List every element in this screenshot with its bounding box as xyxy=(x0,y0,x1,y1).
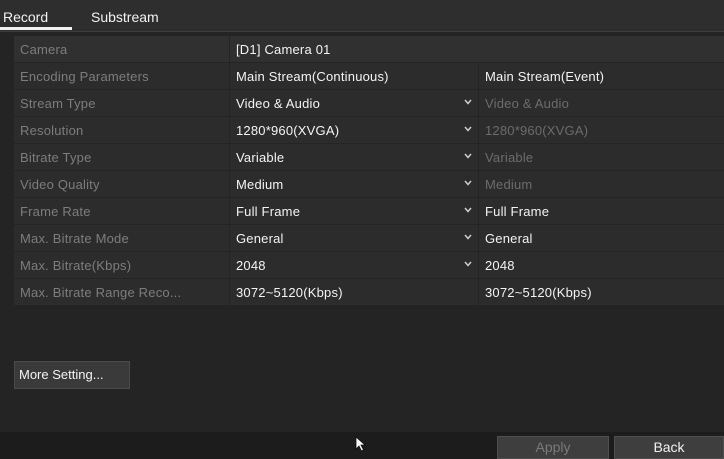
stream-type-label: Stream Type xyxy=(20,96,96,111)
max-bitrate-continuous-value: 2048 xyxy=(236,258,266,273)
tab-selected-indicator xyxy=(0,27,72,30)
camera-row: Camera [D1] Camera 01 xyxy=(14,36,724,62)
camera-select[interactable]: [D1] Camera 01 xyxy=(230,36,724,62)
max-bitrate-range-label: Max. Bitrate Range Reco... xyxy=(20,285,182,300)
more-setting-button[interactable]: More Setting... xyxy=(14,361,130,389)
stream-type-event-select: Video & Audio xyxy=(479,90,724,116)
max-bitrate-mode-label: Max. Bitrate Mode xyxy=(20,231,129,246)
tab-substream[interactable]: Substream xyxy=(91,9,159,25)
frame-rate-label-cell: Frame Rate xyxy=(14,198,229,224)
resolution-event-select: 1280*960(XVGA) xyxy=(479,117,724,143)
frame-rate-label: Frame Rate xyxy=(20,204,91,219)
main-stream-event-header: Main Stream(Event) xyxy=(485,69,605,84)
mouse-pointer-icon xyxy=(355,436,367,457)
bitrate-type-label-cell: Bitrate Type xyxy=(14,144,229,170)
max-bitrate-continuous-select[interactable]: 2048 xyxy=(230,252,478,278)
encoding-parameters-header-row: Encoding Parameters Main Stream(Continuo… xyxy=(14,63,724,89)
frame-rate-continuous-value: Full Frame xyxy=(236,204,301,219)
video-quality-label-cell: Video Quality xyxy=(14,171,229,197)
stream-type-event-value: Video & Audio xyxy=(485,96,570,111)
max-bitrate-event-select[interactable]: 2048 xyxy=(479,252,724,278)
max-bitrate-range-continuous-value: 3072~5120(Kbps) xyxy=(236,285,343,300)
bitrate-type-event-value: Variable xyxy=(485,150,534,165)
apply-button[interactable]: Apply xyxy=(497,436,609,459)
bitrate-type-event-select: Variable xyxy=(479,144,724,170)
max-bitrate-label-cell: Max. Bitrate(Kbps) xyxy=(14,252,229,278)
tab-bar: Record Substream xyxy=(0,0,724,32)
max-bitrate-mode-event-value: General xyxy=(485,231,533,246)
camera-value: [D1] Camera 01 xyxy=(236,42,331,57)
max-bitrate-mode-label-cell: Max. Bitrate Mode xyxy=(14,225,229,251)
frame-rate-event-select[interactable]: Full Frame xyxy=(479,198,724,224)
tab-record[interactable]: Record xyxy=(3,9,48,25)
stream-type-continuous-select[interactable]: Video & Audio xyxy=(230,90,478,116)
resolution-continuous-select[interactable]: 1280*960(XVGA) xyxy=(230,117,478,143)
resolution-label: Resolution xyxy=(20,123,84,138)
stream-type-label-cell: Stream Type xyxy=(14,90,229,116)
resolution-label-cell: Resolution xyxy=(14,117,229,143)
resolution-continuous-value: 1280*960(XVGA) xyxy=(236,123,340,138)
video-quality-event-value: Medium xyxy=(485,177,533,192)
video-quality-event-select: Medium xyxy=(479,171,724,197)
camera-label-cell: Camera xyxy=(14,36,229,62)
camera-label: Camera xyxy=(20,42,68,57)
max-bitrate-mode-event-select[interactable]: General xyxy=(479,225,724,251)
max-bitrate-mode-row: Max. Bitrate Mode General General xyxy=(14,225,724,251)
stream-type-row: Stream Type Video & Audio Video & Audio xyxy=(14,90,724,116)
encoding-parameters-label: Encoding Parameters xyxy=(20,69,149,84)
bitrate-type-continuous-select[interactable]: Variable xyxy=(230,144,478,170)
record-settings-window: Record Substream Camera [D1] Camera 01 E… xyxy=(0,0,724,459)
max-bitrate-event-value: 2048 xyxy=(485,258,515,273)
main-stream-continuous-header-cell: Main Stream(Continuous) xyxy=(230,63,478,89)
encoding-parameters-label-cell: Encoding Parameters xyxy=(14,63,229,89)
frame-rate-event-value: Full Frame xyxy=(485,204,550,219)
bitrate-type-label: Bitrate Type xyxy=(20,150,92,165)
resolution-event-value: 1280*960(XVGA) xyxy=(485,123,589,138)
frame-rate-continuous-select[interactable]: Full Frame xyxy=(230,198,478,224)
main-stream-continuous-header: Main Stream(Continuous) xyxy=(236,69,389,84)
max-bitrate-label: Max. Bitrate(Kbps) xyxy=(20,258,132,273)
max-bitrate-mode-continuous-select[interactable]: General xyxy=(230,225,478,251)
max-bitrate-range-event-value: 3072~5120(Kbps) xyxy=(485,285,592,300)
max-bitrate-row: Max. Bitrate(Kbps) 2048 2048 xyxy=(14,252,724,278)
encoding-settings-table: Camera [D1] Camera 01 Encoding Parameter… xyxy=(14,36,724,306)
bitrate-type-row: Bitrate Type Variable Variable xyxy=(14,144,724,170)
back-button[interactable]: Back xyxy=(614,436,724,459)
max-bitrate-range-label-cell: Max. Bitrate Range Reco... xyxy=(14,279,229,305)
video-quality-row: Video Quality Medium Medium xyxy=(14,171,724,197)
bitrate-type-continuous-value: Variable xyxy=(236,150,285,165)
max-bitrate-range-event-cell: 3072~5120(Kbps) xyxy=(479,279,724,305)
resolution-row: Resolution 1280*960(XVGA) 1280*960(XVGA) xyxy=(14,117,724,143)
stream-type-continuous-value: Video & Audio xyxy=(236,96,321,111)
video-quality-continuous-select[interactable]: Medium xyxy=(230,171,478,197)
max-bitrate-range-continuous-cell: 3072~5120(Kbps) xyxy=(230,279,478,305)
video-quality-continuous-value: Medium xyxy=(236,177,284,192)
main-stream-event-header-cell: Main Stream(Event) xyxy=(479,63,724,89)
max-bitrate-mode-continuous-value: General xyxy=(236,231,284,246)
video-quality-label: Video Quality xyxy=(20,177,100,192)
frame-rate-row: Frame Rate Full Frame Full Frame xyxy=(14,198,724,224)
max-bitrate-range-row: Max. Bitrate Range Reco... 3072~5120(Kbp… xyxy=(14,279,724,305)
